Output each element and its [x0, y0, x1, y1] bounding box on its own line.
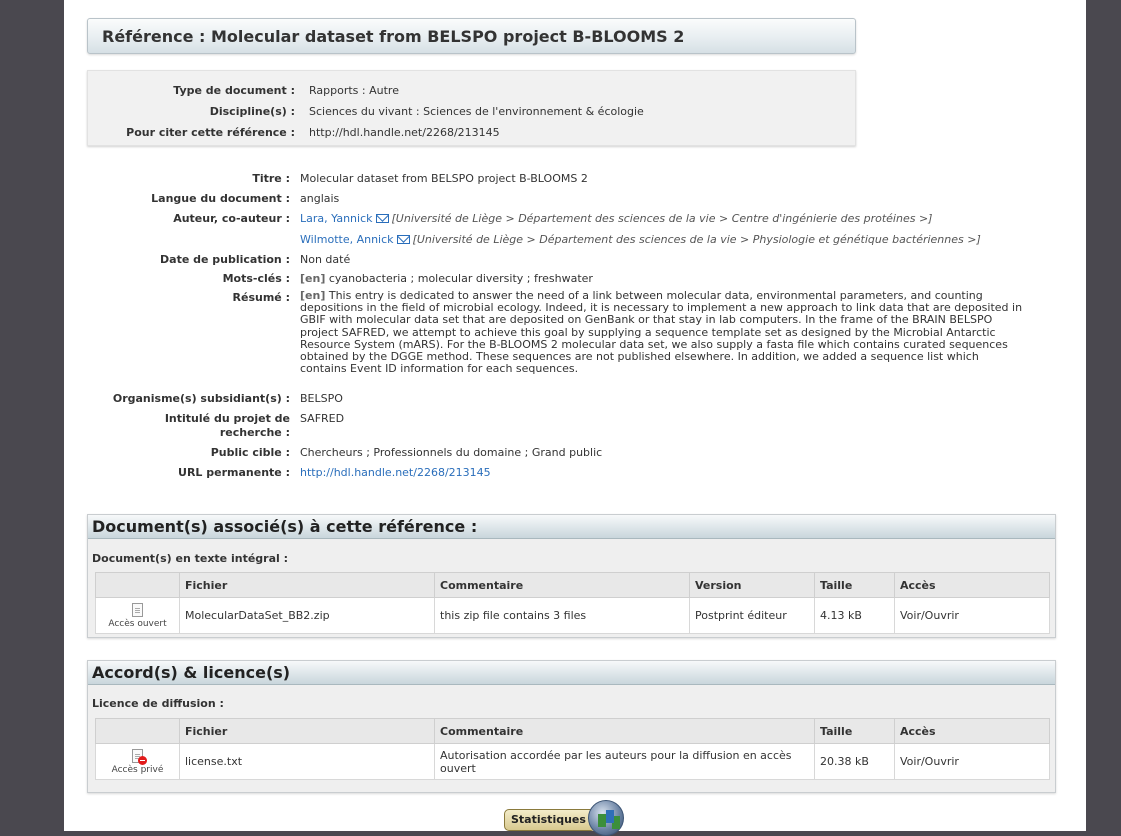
discipline-label: Discipline(s) :	[209, 105, 295, 118]
author-link-lara[interactable]: Lara, Yannick	[300, 212, 373, 225]
documents-section-header: Document(s) associé(s) à cette référence…	[88, 515, 1055, 539]
file-size: 4.13 kB	[814, 597, 895, 634]
file-name[interactable]: license.txt	[179, 743, 435, 780]
metadata-box: Type de document : Rapports : Autre Disc…	[87, 70, 856, 146]
file-comment: Autorisation accordée par les auteurs po…	[434, 743, 815, 780]
documents-table: Fichier Commentaire Version Taille Accès…	[95, 572, 1050, 634]
abstract-line: contains Event ID information for each s…	[300, 362, 579, 376]
doc-type-label: Type de document :	[173, 84, 295, 97]
author-affiliation: [Université de Liège > Département des s…	[391, 212, 933, 225]
reference-header: Référence : Molecular dataset from BELSP…	[87, 18, 856, 54]
col-header-icon	[95, 718, 180, 744]
licences-section-header: Accord(s) & licence(s)	[88, 661, 1055, 685]
file-version: Postprint éditeur	[689, 597, 815, 634]
audience-value: Chercheurs ; Professionnels du domaine ;…	[300, 446, 603, 459]
project-label-line-1: Intitulé du projet de	[164, 412, 290, 425]
audience-label: Public cible :	[210, 446, 290, 459]
author-affiliation: [Université de Liège > Département des s…	[412, 233, 981, 246]
author-link-wilmotte[interactable]: Wilmotte, Annick	[300, 233, 394, 246]
documents-section: Document(s) associé(s) à cette référence…	[87, 514, 1056, 638]
title-value: Molecular dataset from BELSPO project B-…	[300, 172, 588, 185]
keywords-lang-tag: [en]	[300, 272, 326, 285]
table-header-row: Fichier Commentaire Taille Accès	[95, 718, 1050, 744]
file-size: 20.38 kB	[814, 743, 895, 780]
email-icon[interactable]	[375, 214, 389, 223]
author-line-2: Wilmotte, Annick [Université de Liège > D…	[300, 233, 981, 247]
permanent-url-link[interactable]: http://hdl.handle.net/2268/213145	[300, 466, 491, 479]
page-content: Référence : Molecular dataset from BELSP…	[64, 0, 1086, 836]
abstract-text: [en] This entry is dedicated to answer t…	[300, 289, 1080, 376]
access-type-cell[interactable]: Accès ouvert	[95, 597, 180, 634]
funding-org-label: Organisme(s) subsidiant(s) :	[112, 392, 290, 405]
statistics-button[interactable]: Statistiques	[504, 800, 638, 836]
licences-heading: Accord(s) & licence(s)	[92, 663, 291, 682]
doc-type-value: Rapports : Autre	[309, 84, 399, 97]
file-comment-line-1: Autorisation accordée par les auteurs po…	[440, 748, 792, 762]
permanent-url-label: URL permanente :	[178, 466, 290, 479]
view-open-link[interactable]: Voir/Ouvrir	[894, 743, 1050, 780]
col-header-file: Fichier	[179, 572, 435, 598]
table-row: Accès ouvert MolecularDataSet_BB2.zip th…	[95, 597, 1050, 634]
statistics-label[interactable]: Statistiques	[504, 809, 596, 831]
discipline-value: Sciences du vivant : Sciences de l'envir…	[309, 105, 644, 118]
cite-label: Pour citer cette référence :	[126, 126, 295, 139]
project-label-line-2: recherche :	[219, 426, 290, 439]
language-label: Langue du document :	[151, 192, 290, 205]
abstract-lang-tag: [en]	[300, 289, 326, 302]
col-header-icon	[95, 572, 180, 598]
page-title: Référence : Molecular dataset from BELSP…	[102, 27, 685, 46]
abstract-line: GBIF with molecular data set that are de…	[300, 313, 993, 327]
abstract-label: Résumé :	[232, 291, 290, 304]
access-type-label: Accès privé	[111, 764, 164, 775]
email-icon[interactable]	[396, 235, 410, 244]
abstract-line: This entry is dedicated to answer the ne…	[328, 289, 983, 302]
licences-section: Accord(s) & licence(s) Licence de diffus…	[87, 660, 1056, 793]
keywords-text: cyanobacteria ; molecular diversity ; fr…	[328, 272, 593, 285]
abstract-line: project SAFRED, we attempt to achieve th…	[300, 325, 996, 339]
project-value: SAFRED	[300, 412, 345, 425]
table-row: Accès privé license.txt Autorisation acc…	[95, 743, 1050, 780]
no-entry-icon	[138, 755, 147, 765]
licence-subheading: Licence de diffusion :	[92, 697, 224, 710]
table-header-row: Fichier Commentaire Version Taille Accès	[95, 572, 1050, 598]
documents-heading: Document(s) associé(s) à cette référence…	[92, 517, 478, 536]
project-label: Intitulé du projet de recherche :	[64, 412, 290, 440]
file-name[interactable]: MolecularDataSet_BB2.zip	[179, 597, 435, 634]
col-header-comment: Commentaire	[434, 718, 815, 744]
document-icon[interactable]	[132, 602, 143, 617]
file-comment: this zip file contains 3 files	[434, 597, 690, 634]
cite-value: http://hdl.handle.net/2268/213145	[309, 126, 500, 139]
access-type-label: Accès ouvert	[108, 618, 167, 629]
licences-table: Fichier Commentaire Taille Accès Accès p…	[95, 718, 1050, 780]
restricted-document-icon[interactable]	[132, 748, 147, 765]
keywords-label: Mots-clés :	[222, 272, 290, 285]
view-open-link[interactable]: Voir/Ouvrir	[894, 597, 1050, 634]
access-type-cell[interactable]: Accès privé	[95, 743, 180, 780]
col-header-file: Fichier	[179, 718, 435, 744]
col-header-size: Taille	[814, 572, 895, 598]
author-line-1: Lara, Yannick [Université de Liège > Dépa…	[300, 212, 932, 226]
col-header-version: Version	[689, 572, 815, 598]
funding-org-value: BELSPO	[300, 392, 343, 405]
language-value: anglais	[300, 192, 340, 205]
file-comment-line-2: ouvert	[440, 761, 476, 775]
col-header-size: Taille	[814, 718, 895, 744]
col-header-access: Accès	[894, 718, 1050, 744]
date-value: Non daté	[300, 253, 351, 266]
title-label: Titre :	[252, 172, 290, 185]
keywords-value: [en] cyanobacteria ; molecular diversity…	[300, 272, 593, 286]
col-header-comment: Commentaire	[434, 572, 690, 598]
fulltext-subheading: Document(s) en texte intégral :	[92, 552, 289, 565]
col-header-access: Accès	[894, 572, 1050, 598]
authors-label: Auteur, co-auteur :	[173, 212, 290, 225]
date-label: Date de publication :	[160, 253, 290, 266]
